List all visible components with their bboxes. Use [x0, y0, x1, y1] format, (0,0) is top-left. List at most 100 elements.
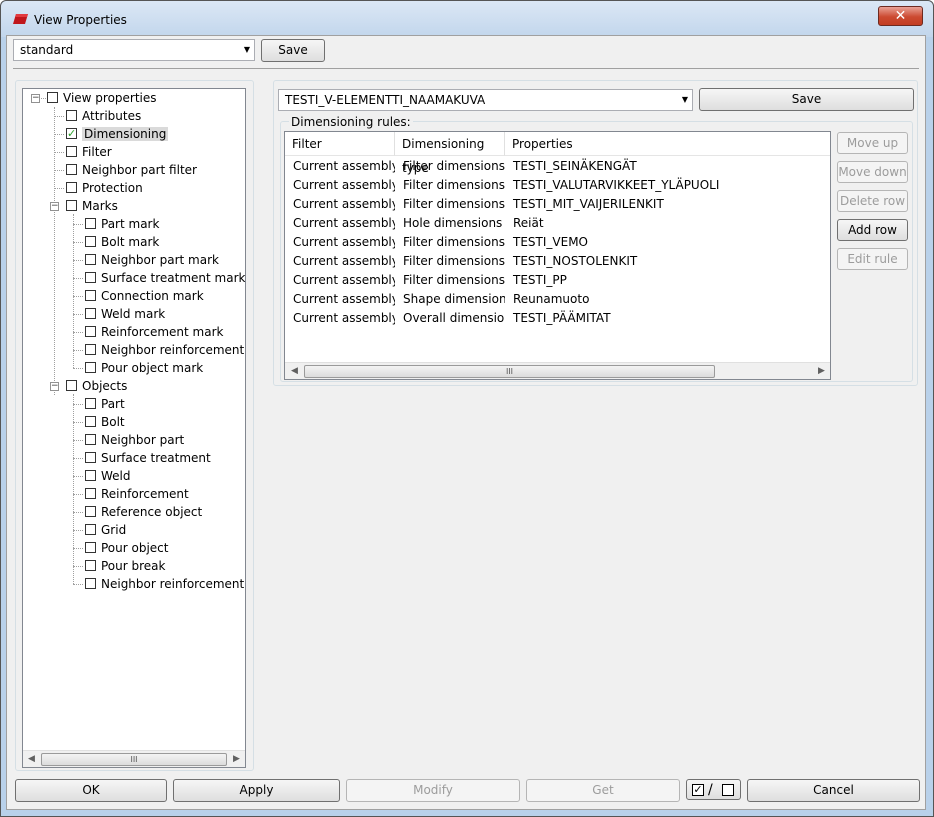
tree-item-checkbox[interactable]	[85, 488, 96, 499]
tree-item[interactable]: Marks	[66, 197, 118, 215]
tree-item-checkbox[interactable]	[66, 164, 77, 175]
tree-item-checkbox[interactable]	[85, 344, 96, 355]
table-cell[interactable]: Filter dimensions	[395, 157, 505, 176]
tree-item-checkbox[interactable]	[85, 416, 96, 427]
table-cell[interactable]: TESTI_PP	[505, 271, 830, 290]
table-cell[interactable]: Current assembly	[285, 214, 395, 233]
table-cell[interactable]: Current assembly	[285, 290, 395, 309]
tree-item-checkbox[interactable]	[66, 110, 77, 121]
tree-item[interactable]: Objects	[66, 377, 127, 395]
tree-horizontal-scrollbar[interactable]: ◀ III ▶	[23, 750, 245, 767]
rules-save-button[interactable]: Save	[699, 88, 914, 111]
view-type-combo[interactable]: TESTI_V-ELEMENTTI_NAAMAKUVA ▼	[278, 89, 693, 111]
tree-item[interactable]: Reinforcement	[85, 485, 189, 503]
tree-item-checkbox[interactable]	[85, 452, 96, 463]
table-cell[interactable]: Shape dimensions	[395, 290, 505, 309]
edit-rule-button[interactable]: Edit rule	[837, 248, 908, 270]
tree-item[interactable]: Pour object mark	[85, 359, 203, 377]
tree-item-checkbox[interactable]	[85, 254, 96, 265]
tree-item[interactable]: Part	[85, 395, 125, 413]
tree-item-checkbox[interactable]	[66, 380, 77, 391]
tree-scroll-thumb[interactable]: III	[41, 753, 227, 766]
tree-item[interactable]: Reference object	[85, 503, 202, 521]
table-cell[interactable]: Current assembly	[285, 233, 395, 252]
tree-item-checkbox[interactable]	[66, 200, 77, 211]
close-button[interactable]: ✕	[878, 6, 923, 26]
get-button[interactable]: Get	[526, 779, 680, 802]
scroll-right-icon[interactable]: ▶	[818, 366, 825, 376]
tree-item-checkbox[interactable]	[85, 524, 96, 535]
tree-item-checkbox[interactable]	[85, 326, 96, 337]
tree-item[interactable]: Bolt mark	[85, 233, 159, 251]
tree-item-checkbox[interactable]	[85, 272, 96, 283]
tree-item[interactable]: Attributes	[66, 107, 141, 125]
tree-root[interactable]: View properties	[47, 89, 157, 107]
tree-item[interactable]: Reinforcement mark	[85, 323, 223, 341]
table-cell[interactable]: Current assembly	[285, 271, 395, 290]
column-header-filter[interactable]: Filter	[285, 132, 395, 156]
preset-save-button[interactable]: Save	[261, 39, 325, 62]
table-cell[interactable]: TESTI_MIT_VAIJERILENKIT	[505, 195, 830, 214]
column-header-dimensioning-type[interactable]: Dimensioning type	[395, 132, 505, 175]
tree-item-checkbox[interactable]	[85, 236, 96, 247]
delete-row-button[interactable]: Delete row	[837, 190, 908, 212]
table-scroll-thumb[interactable]: III	[304, 365, 715, 378]
tree-collapse-marks[interactable]: −	[50, 202, 59, 211]
table-horizontal-scrollbar[interactable]: ◀ III ▶	[285, 362, 830, 379]
tree-item-checkbox[interactable]	[85, 470, 96, 481]
table-cell[interactable]: TESTI_NOSTOLENKIT	[505, 252, 830, 271]
tree-item-checkbox[interactable]	[66, 182, 77, 193]
tree-item[interactable]: Neighbor reinforcement	[85, 575, 244, 593]
tree-item[interactable]: Pour object	[85, 539, 168, 557]
scroll-right-icon[interactable]: ▶	[233, 754, 240, 764]
ok-button[interactable]: OK	[15, 779, 167, 802]
table-cell[interactable]: Overall dimensio...	[395, 309, 505, 328]
table-cell[interactable]: Filter dimensions	[395, 195, 505, 214]
tree-item[interactable]: Grid	[85, 521, 126, 539]
table-cell[interactable]: Reunamuoto	[505, 290, 830, 309]
tree-item[interactable]: Pour break	[85, 557, 165, 575]
tree-item[interactable]: Connection mark	[85, 287, 204, 305]
tree-item-checkbox[interactable]	[85, 362, 96, 373]
table-cell[interactable]: TESTI_VALUTARVIKKEET_YLÄPUOLI	[505, 176, 830, 195]
table-cell[interactable]: Filter dimensions	[395, 271, 505, 290]
table-cell[interactable]: Current assembly	[285, 176, 395, 195]
modify-button[interactable]: Modify	[346, 779, 520, 802]
toggle-all-checkboxes-button[interactable]: ✓ /	[686, 779, 741, 800]
table-cell[interactable]: Current assembly	[285, 252, 395, 271]
tree-item[interactable]: Bolt	[85, 413, 125, 431]
table-cell[interactable]: Filter dimensions	[395, 252, 505, 271]
table-cell[interactable]: Current assembly	[285, 157, 395, 176]
tree-item-checkbox[interactable]	[85, 560, 96, 571]
tree-item[interactable]: Weld	[85, 467, 131, 485]
tree-item[interactable]: Protection	[66, 179, 143, 197]
apply-button[interactable]: Apply	[173, 779, 340, 802]
table-cell[interactable]: Hole dimensions	[395, 214, 505, 233]
tree-item-checkbox[interactable]	[85, 398, 96, 409]
tree-item[interactable]: Filter	[66, 143, 112, 161]
tree-item[interactable]: Surface treatment	[85, 449, 211, 467]
preset-combo[interactable]: standard ▼	[13, 39, 255, 61]
tree-item[interactable]: Weld mark	[85, 305, 165, 323]
tree-item[interactable]: Dimensioning	[66, 125, 169, 143]
tree-item-checkbox[interactable]	[85, 308, 96, 319]
tree-item[interactable]: Neighbor part mark	[85, 251, 219, 269]
tree-item-checkbox[interactable]	[85, 506, 96, 517]
table-cell[interactable]: Current assembly	[285, 309, 395, 328]
table-cell[interactable]: TESTI_SEINÄKENGÄT	[505, 157, 830, 176]
table-cell[interactable]: Reiät	[505, 214, 830, 233]
add-row-button[interactable]: Add row	[837, 219, 908, 241]
tree-collapse-root[interactable]: −	[31, 94, 40, 103]
tree-item[interactable]: Part mark	[85, 215, 159, 233]
cancel-button[interactable]: Cancel	[747, 779, 920, 802]
title-bar[interactable]: View Properties ✕	[1, 1, 933, 37]
scroll-left-icon[interactable]: ◀	[28, 754, 35, 764]
tree-item[interactable]: Surface treatment mark	[85, 269, 245, 287]
table-cell[interactable]: TESTI_VEMO	[505, 233, 830, 252]
table-cell[interactable]: Current assembly	[285, 195, 395, 214]
tree-item-checkbox[interactable]	[85, 542, 96, 553]
tree-collapse-objects[interactable]: −	[50, 382, 59, 391]
move-down-button[interactable]: Move down	[837, 161, 908, 183]
tree-item[interactable]: Neighbor part filter	[66, 161, 197, 179]
tree-item-checkbox[interactable]	[66, 125, 77, 143]
